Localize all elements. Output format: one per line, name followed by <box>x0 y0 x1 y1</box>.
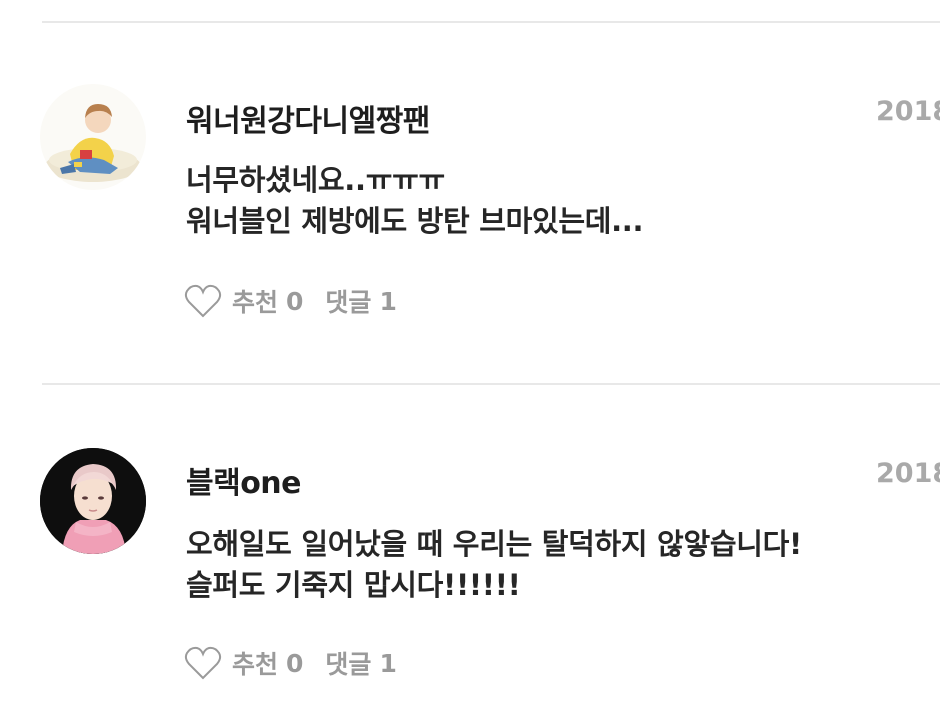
reply-label: 댓글 <box>325 288 372 317</box>
comment-username[interactable]: 워너원강다니엘짱팬 <box>186 96 430 140</box>
comment-line: 워너블인 제방에도 방탄 브마있는데... <box>186 204 644 238</box>
reply-count: 1 <box>379 648 397 678</box>
reply-button[interactable]: 댓글 1 <box>325 283 396 319</box>
comment-date: 2018 <box>876 96 940 127</box>
comment-actions: 추천 0 댓글 1 <box>184 643 397 683</box>
comment-line: 오해일도 일어났을 때 우리는 탈덕하지 않앟습니다! <box>186 527 802 561</box>
like-button[interactable]: 추천 0 <box>184 645 303 681</box>
comment-actions: 추천 0 댓글 1 <box>184 281 397 321</box>
comment-date: 2018 <box>876 458 940 489</box>
comment-body: 너무하셨네요..ㅠㅠㅠ 워너블인 제방에도 방탄 브마있는데... <box>186 160 644 242</box>
reply-label: 댓글 <box>325 650 372 679</box>
comment-body: 오해일도 일어났을 때 우리는 탈덕하지 않앟습니다! 슬퍼도 기죽지 맙시다!… <box>186 524 802 606</box>
comment-divider <box>42 383 940 385</box>
comment-line: 슬퍼도 기죽지 맙시다!!!!!! <box>186 568 521 602</box>
heart-icon <box>184 646 222 680</box>
like-count: 0 <box>286 648 304 678</box>
avatar-photo-icon <box>40 448 146 554</box>
comment-username[interactable]: 블랙one <box>186 458 302 502</box>
reply-count: 1 <box>379 286 397 316</box>
top-divider <box>42 21 940 23</box>
like-label: 추천 <box>232 650 279 679</box>
like-count: 0 <box>286 286 304 316</box>
comment-line: 너무하셨네요..ㅠㅠㅠ <box>186 163 445 197</box>
avatar-illustration-icon <box>40 84 146 190</box>
heart-icon <box>184 284 222 318</box>
like-button[interactable]: 추천 0 <box>184 283 303 319</box>
like-label: 추천 <box>232 288 279 317</box>
reply-button[interactable]: 댓글 1 <box>325 645 396 681</box>
user-avatar[interactable] <box>40 448 146 554</box>
user-avatar[interactable] <box>40 84 146 190</box>
